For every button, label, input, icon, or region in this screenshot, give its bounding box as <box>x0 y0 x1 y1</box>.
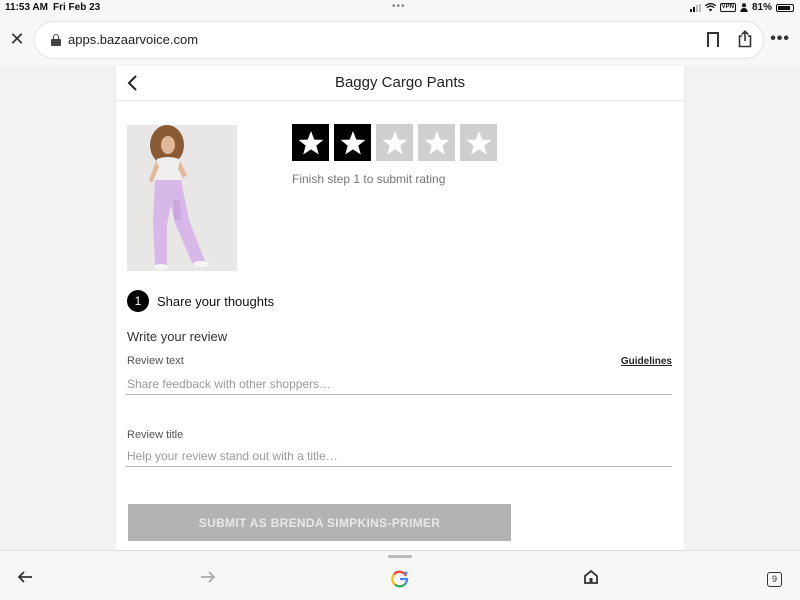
star-4[interactable] <box>418 124 455 161</box>
review-page: Baggy Cargo Pants Finish step 1 to submi… <box>116 66 684 550</box>
star-2[interactable] <box>334 124 371 161</box>
product-image <box>127 125 237 271</box>
battery-percent: 81% <box>751 2 772 13</box>
guidelines-link[interactable]: Guidelines <box>621 356 672 367</box>
status-date: Fri Feb 23 <box>53 2 101 13</box>
tabs-icon[interactable]: 9 <box>767 572 782 587</box>
close-icon[interactable]: ✕ <box>8 30 26 48</box>
step-indicator: 1 Share your thoughts <box>127 290 274 312</box>
drag-handle[interactable] <box>388 555 412 558</box>
address-bar[interactable]: apps.bazaarvoice.com <box>34 21 764 59</box>
google-lens-icon[interactable] <box>391 570 409 588</box>
submit-button[interactable]: SUBMIT AS BRENDA SIMPKINS-PRIMER <box>128 504 511 541</box>
status-icons: VPN 81% <box>689 2 794 13</box>
star-5[interactable] <box>460 124 497 161</box>
star-icon <box>340 130 365 154</box>
page-header: Baggy Cargo Pants <box>116 66 684 101</box>
home-icon[interactable] <box>582 568 600 586</box>
signal-icon <box>689 3 701 12</box>
step-number: 1 <box>127 290 149 312</box>
write-review-heading: Write your review <box>127 329 228 344</box>
star-icon <box>298 130 323 154</box>
rating-hint: Finish step 1 to submit rating <box>292 172 446 186</box>
forward-arrow-icon[interactable] <box>199 568 217 586</box>
back-arrow-icon[interactable] <box>16 568 34 586</box>
star-1[interactable] <box>292 124 329 161</box>
page-title: Baggy Cargo Pants <box>334 74 466 91</box>
wifi-icon <box>704 3 716 12</box>
star-icon <box>382 130 407 154</box>
review-title-input[interactable] <box>125 445 672 467</box>
review-title-label: Review title <box>127 429 184 441</box>
star-icon <box>466 130 491 154</box>
browser-address-row: ✕ apps.bazaarvoice.com ••• <box>0 16 800 66</box>
bookmark-icon[interactable] <box>707 32 719 52</box>
review-text-label: Review text <box>127 355 184 367</box>
browser-toolbar: 9 <box>0 550 800 600</box>
share-icon[interactable] <box>737 30 753 48</box>
multitasking-dots-icon[interactable]: ••• <box>392 1 406 12</box>
status-time: 11:53 AM <box>5 2 48 13</box>
lock-icon <box>51 34 61 46</box>
status-bar: 11:53 AM Fri Feb 23 ••• VPN 81% <box>0 0 800 16</box>
model-in-pants-illustration <box>127 125 237 271</box>
review-text-input[interactable] <box>125 373 672 395</box>
url-text[interactable]: apps.bazaarvoice.com <box>68 32 198 47</box>
vpn-icon: VPN <box>719 3 736 12</box>
person-icon <box>740 3 748 12</box>
more-icon[interactable]: ••• <box>770 30 790 48</box>
star-rating[interactable] <box>292 124 497 161</box>
battery-icon <box>776 3 794 12</box>
star-3[interactable] <box>376 124 413 161</box>
step-label: Share your thoughts <box>157 293 275 309</box>
star-icon <box>424 130 449 154</box>
